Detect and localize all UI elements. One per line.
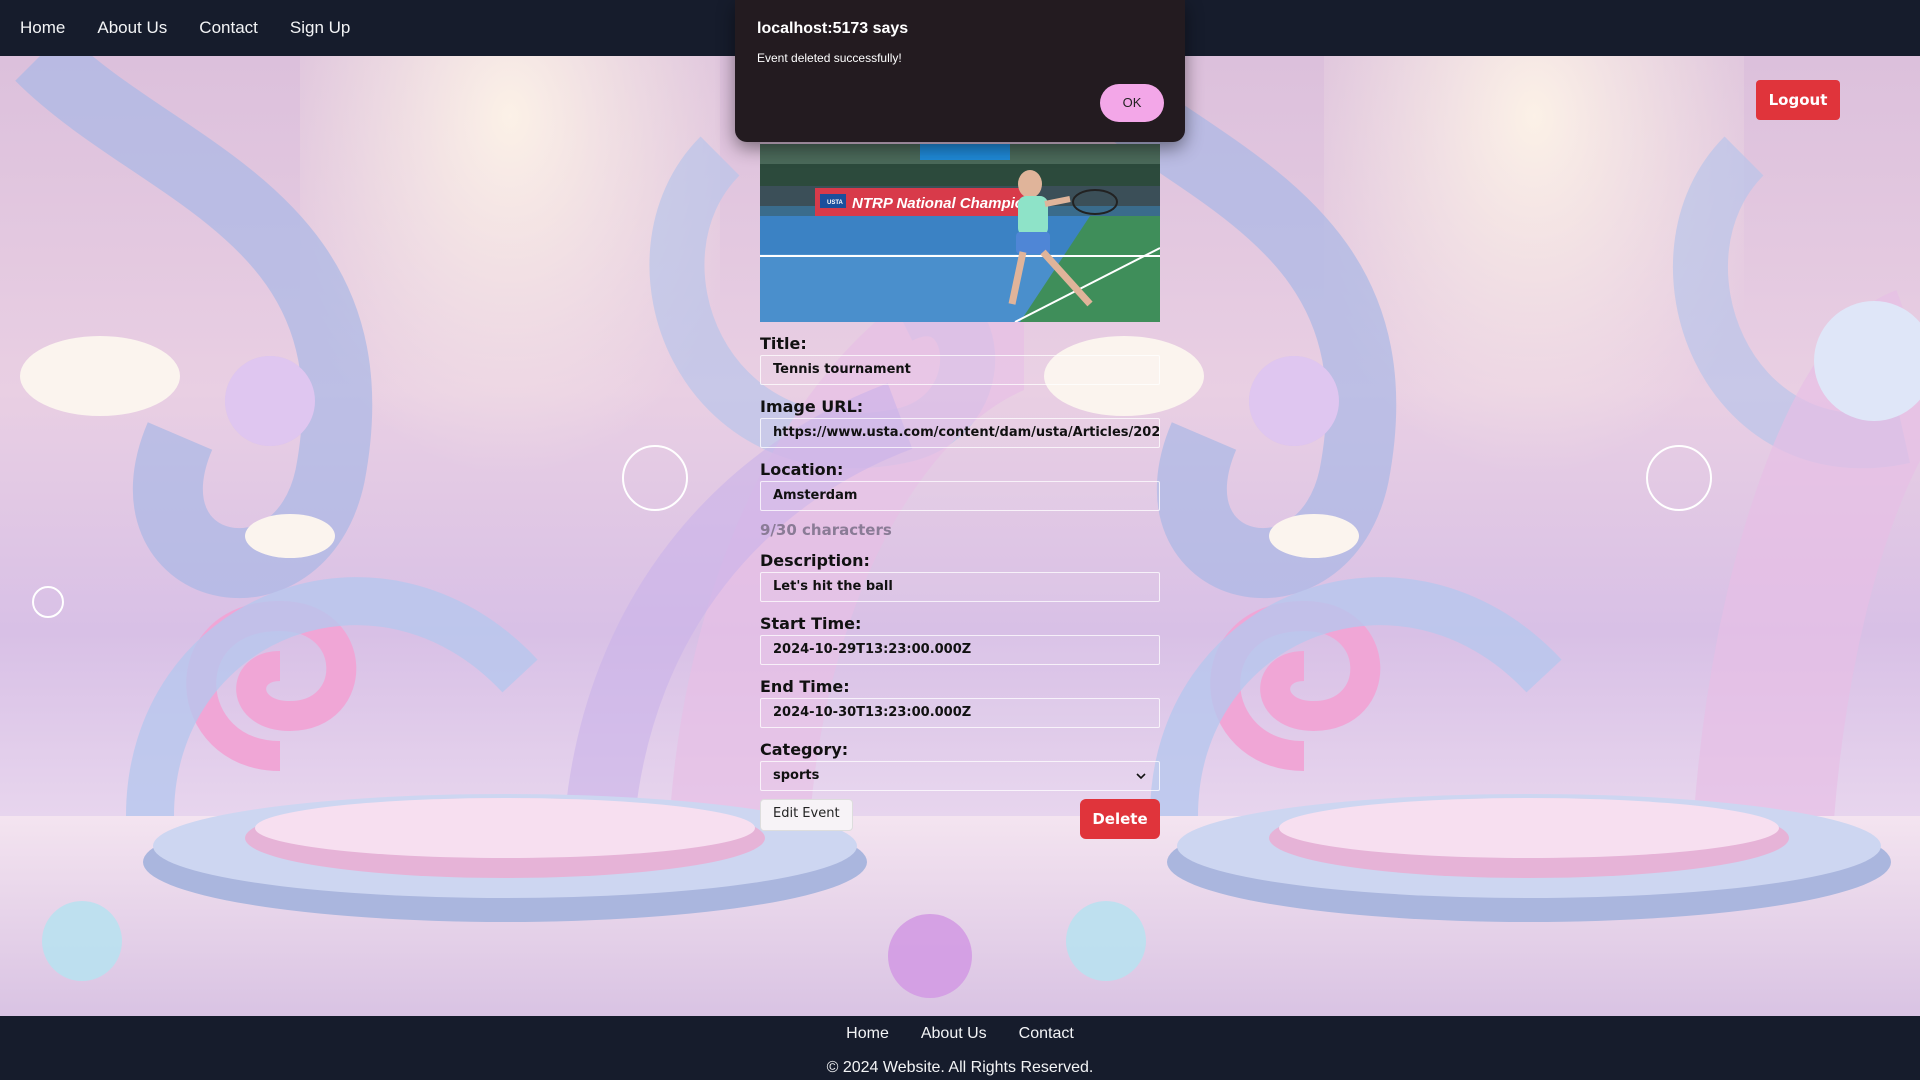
image-url-label: Image URL: <box>760 397 864 416</box>
banner-logo-text: USTA <box>827 200 844 206</box>
nav-home-link[interactable]: Home <box>20 18 65 38</box>
description-input[interactable]: Let's hit the ball <box>760 572 1160 602</box>
footer-contact-link[interactable]: Contact <box>1019 1025 1074 1043</box>
alert-dialog: localhost:5173 says Event deleted succes… <box>735 0 1185 142</box>
description-label: Description: <box>760 551 870 570</box>
title-label: Title: <box>760 334 807 353</box>
category-label: Category: <box>760 740 849 759</box>
dialog-ok-button[interactable]: OK <box>1100 84 1164 122</box>
tennis-player-photo: USTA NTRP National Champions <box>760 144 1160 322</box>
dialog-title: localhost:5173 says <box>757 20 909 37</box>
start-time-label: Start Time: <box>760 614 862 633</box>
nav-signup-link[interactable]: Sign Up <box>290 18 350 38</box>
dialog-message: Event deleted successfully! <box>757 51 902 65</box>
chevron-down-icon <box>1136 773 1146 780</box>
copyright-text: © 2024 Website. All Rights Reserved. <box>826 1059 1094 1076</box>
category-select-wrapper: sports <box>760 761 1160 791</box>
location-label: Location: <box>760 460 844 479</box>
edit-event-button[interactable]: Edit Event <box>760 799 853 831</box>
location-input[interactable]: Amsterdam <box>760 481 1160 511</box>
event-edit-form: USTA NTRP National Champions Title: Tenn… <box>760 144 1160 845</box>
image-url-input[interactable]: https://www.usta.com/content/dam/usta/Ar… <box>760 418 1160 448</box>
footer-about-link[interactable]: About Us <box>921 1025 987 1043</box>
category-select[interactable]: sports <box>760 761 1160 791</box>
delete-button[interactable]: Delete <box>1080 799 1160 839</box>
logout-button[interactable]: Logout <box>1756 80 1840 120</box>
banner-text: NTRP National Champions <box>852 195 1041 212</box>
end-time-label: End Time: <box>760 677 850 696</box>
nav-contact-link[interactable]: Contact <box>199 18 258 38</box>
location-char-count: 9/30 characters <box>760 521 892 539</box>
start-time-input[interactable]: 2024-10-29T13:23:00.000Z <box>760 635 1160 665</box>
footer-home-link[interactable]: Home <box>846 1025 889 1043</box>
footer: Home About Us Contact © 2024 Website. Al… <box>0 1016 1920 1080</box>
end-time-input[interactable]: 2024-10-30T13:23:00.000Z <box>760 698 1160 728</box>
footer-links: Home About Us Contact <box>0 1025 1920 1043</box>
form-actions: Edit Event Delete <box>760 799 1160 845</box>
nav-about-link[interactable]: About Us <box>97 18 167 38</box>
title-input[interactable]: Tennis tournament <box>760 355 1160 385</box>
